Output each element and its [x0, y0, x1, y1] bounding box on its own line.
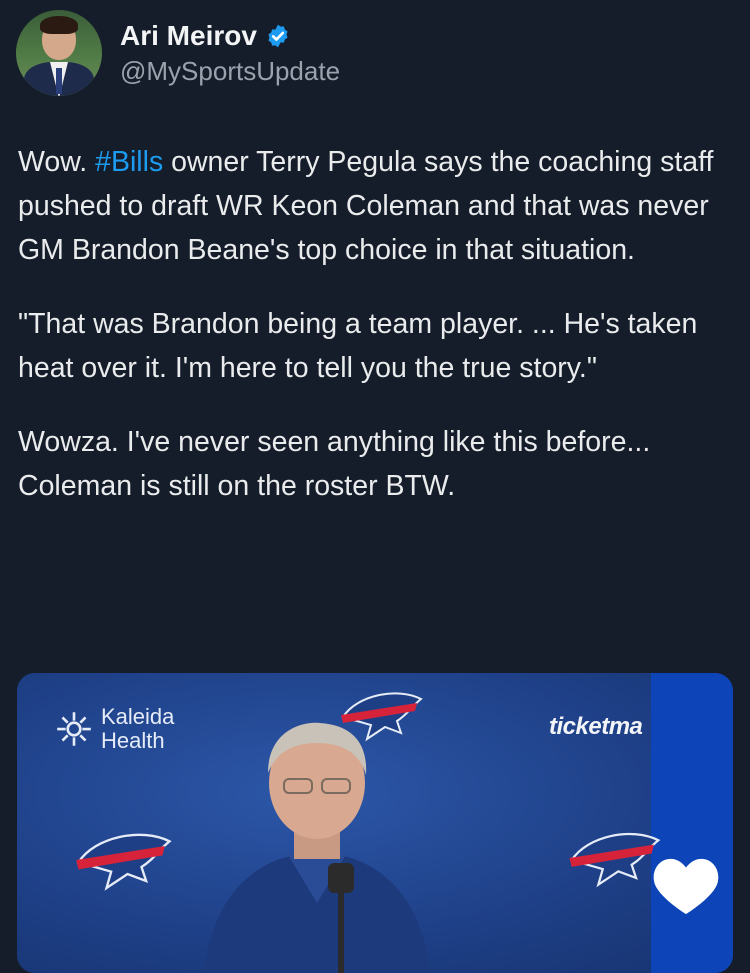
kaleida-logo-icon	[57, 712, 91, 746]
verified-badge-icon	[268, 24, 288, 47]
bills-logo-icon	[569, 833, 661, 888]
author-name-row: Ari Meirov	[120, 20, 340, 52]
tweet-paragraph-3: Wowza. I've never seen anything like thi…	[18, 426, 651, 502]
sponsor-line-2: Health	[101, 728, 165, 753]
author-handle[interactable]: @MySportsUpdate	[120, 56, 340, 87]
avatar[interactable]	[16, 10, 102, 96]
tweet-header: Ari Meirov @MySportsUpdate	[16, 10, 340, 96]
tweet-paragraph-2: "That was Brandon being a team player. .…	[18, 308, 698, 384]
tweet-text-segment: Wow.	[18, 146, 96, 178]
bills-logo-icon	[76, 833, 172, 891]
tweet-media-video[interactable]: Kaleida Health ticketma	[17, 673, 733, 973]
author-info: Ari Meirov @MySportsUpdate	[120, 20, 340, 87]
speaker-figure	[203, 722, 431, 973]
tweet-text: Wow. #Bills owner Terry Pegula says the …	[18, 140, 738, 508]
tweet-paragraph-1: Wow. #Bills owner Terry Pegula says the …	[18, 140, 738, 272]
sponsor-logo-kaleida: Kaleida Health	[53, 705, 174, 753]
hashtag-link[interactable]: #Bills	[95, 146, 163, 178]
heart-icon[interactable]	[651, 853, 721, 917]
author-name[interactable]: Ari Meirov	[120, 20, 257, 52]
sponsor-line-1: Kaleida	[101, 704, 175, 729]
sponsor-ticketmaster: ticketma	[549, 713, 643, 740]
